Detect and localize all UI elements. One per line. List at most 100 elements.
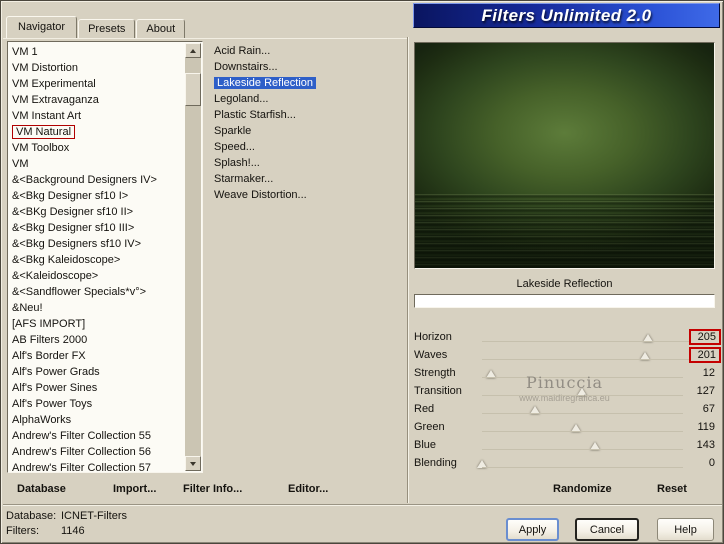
- scroll-down-button[interactable]: [185, 456, 201, 471]
- scroll-thumb[interactable]: [185, 73, 201, 106]
- category-item[interactable]: Andrew's Filter Collection 55: [10, 428, 185, 444]
- filter-item[interactable]: Acid Rain...: [214, 43, 404, 59]
- category-item[interactable]: Alf's Power Toys: [10, 396, 185, 412]
- category-item-label: Andrew's Filter Collection 57: [12, 462, 152, 471]
- database-button[interactable]: Database: [13, 481, 70, 497]
- filter-item-label: Sparkle: [214, 125, 252, 137]
- param-slider[interactable]: [482, 328, 689, 346]
- filter-item[interactable]: Splash!...: [214, 155, 404, 171]
- filter-item[interactable]: Starmaker...: [214, 171, 404, 187]
- category-item[interactable]: VM Toolbox: [10, 140, 185, 156]
- filter-item[interactable]: Downstairs...: [214, 59, 404, 75]
- status-filters-label: Filters:: [6, 525, 39, 537]
- slider-thumb-icon[interactable]: [643, 334, 654, 342]
- param-label: Waves: [414, 349, 448, 361]
- editor-button[interactable]: Editor...: [284, 481, 332, 497]
- category-scrollbar[interactable]: [185, 43, 201, 471]
- filter-item-label: Legoland...: [214, 93, 269, 105]
- filter-item[interactable]: Lakeside Reflection: [214, 75, 404, 91]
- param-label: Red: [414, 403, 435, 415]
- apply-button[interactable]: Apply: [506, 518, 559, 541]
- category-item[interactable]: &<Background Designers IV>: [10, 172, 185, 188]
- help-button[interactable]: Help: [657, 518, 714, 541]
- category-item-label: Alf's Border FX: [12, 350, 86, 362]
- slider-thumb-icon[interactable]: [529, 406, 540, 414]
- param-label: Transition: [414, 385, 462, 397]
- category-item[interactable]: VM Natural: [10, 124, 185, 140]
- category-item[interactable]: VM Extravaganza: [10, 92, 185, 108]
- category-item[interactable]: &<Bkg Designer sf10 III>: [10, 220, 185, 236]
- reset-button[interactable]: Reset: [653, 481, 691, 497]
- category-item-label: AlphaWorks: [12, 414, 72, 426]
- category-item[interactable]: VM: [10, 156, 185, 172]
- randomize-button[interactable]: Randomize: [549, 481, 616, 497]
- category-item[interactable]: &<BKg Designer sf10 II>: [10, 204, 185, 220]
- category-item[interactable]: AlphaWorks: [10, 412, 185, 428]
- slider-thumb-icon[interactable]: [589, 442, 600, 450]
- preview-box: [414, 42, 715, 269]
- slider-thumb-icon[interactable]: [570, 424, 581, 432]
- category-item[interactable]: VM 1: [10, 44, 185, 60]
- filter-item-label: Weave Distortion...: [214, 189, 307, 201]
- category-item[interactable]: Alf's Power Grads: [10, 364, 185, 380]
- category-item[interactable]: Alf's Border FX: [10, 348, 185, 364]
- filter-item[interactable]: Legoland...: [214, 91, 404, 107]
- status-filters: Filters: 1146: [6, 525, 85, 537]
- category-item-label: VM 1: [12, 46, 38, 58]
- tab-about[interactable]: About: [136, 19, 186, 38]
- category-item[interactable]: VM Experimental: [10, 76, 185, 92]
- filter-item[interactable]: Plastic Starfish...: [214, 107, 404, 123]
- slider-thumb-icon[interactable]: [486, 370, 497, 378]
- category-item[interactable]: Alf's Power Sines: [10, 380, 185, 396]
- scroll-up-button[interactable]: [185, 43, 201, 58]
- app-title: Filters Unlimited 2.0: [481, 5, 652, 25]
- category-item[interactable]: Andrew's Filter Collection 57: [10, 460, 185, 471]
- filter-info-button[interactable]: Filter Info...: [179, 481, 246, 497]
- filter-item[interactable]: Speed...: [214, 139, 404, 155]
- category-item[interactable]: [AFS IMPORT]: [10, 316, 185, 332]
- filter-item[interactable]: Weave Distortion...: [214, 187, 404, 203]
- category-item-label: Andrew's Filter Collection 55: [12, 430, 152, 442]
- param-slider[interactable]: [482, 364, 683, 382]
- slider-thumb-icon[interactable]: [640, 352, 651, 360]
- category-item[interactable]: Andrew's Filter Collection 56: [10, 444, 185, 460]
- param-label: Horizon: [414, 331, 452, 343]
- tab-navigator[interactable]: Navigator: [6, 16, 78, 38]
- param-slider[interactable]: [482, 418, 683, 436]
- category-item-label: &<BKg Designer sf10 II>: [12, 206, 134, 218]
- category-item[interactable]: AB Filters 2000: [10, 332, 185, 348]
- category-item[interactable]: &<Bkg Designers sf10 IV>: [10, 236, 185, 252]
- param-value: 67: [702, 403, 715, 415]
- category-item[interactable]: &<Sandflower Specials*v°>: [10, 284, 185, 300]
- param-slider[interactable]: [482, 400, 683, 418]
- selected-filter-item: Lakeside Reflection: [214, 77, 317, 89]
- param-row: Horizon 205: [414, 328, 721, 346]
- category-item-label: VM Toolbox: [12, 142, 70, 154]
- tab-page-edge: [3, 38, 407, 39]
- tab-bar: Navigator Presets About: [6, 14, 186, 38]
- category-item-label: VM Distortion: [12, 62, 79, 74]
- category-item[interactable]: VM Instant Art: [10, 108, 185, 124]
- import-button[interactable]: Import...: [109, 481, 160, 497]
- param-rows: Horizon 205 Waves 201 Strength 12 Transition 12…: [414, 328, 721, 472]
- selected-category-annotation: VM Natural: [12, 125, 76, 139]
- category-item[interactable]: &<Bkg Kaleidoscope>: [10, 252, 185, 268]
- category-item-label: &<Bkg Designers sf10 IV>: [12, 238, 142, 250]
- slider-thumb-icon[interactable]: [477, 460, 487, 468]
- category-item[interactable]: &<Kaleidoscope>: [10, 268, 185, 284]
- tab-presets[interactable]: Presets: [78, 19, 136, 38]
- category-item[interactable]: &Neu!: [10, 300, 185, 316]
- category-item-label: Alf's Power Sines: [12, 382, 98, 394]
- cancel-button[interactable]: Cancel: [575, 518, 639, 541]
- slider-thumb-icon[interactable]: [577, 388, 588, 396]
- param-slider[interactable]: [482, 382, 683, 400]
- param-slider[interactable]: [477, 454, 683, 472]
- category-item[interactable]: &<Bkg Designer sf10 I>: [10, 188, 185, 204]
- filter-item[interactable]: Sparkle: [214, 123, 404, 139]
- param-slider[interactable]: [482, 436, 683, 454]
- category-item-label: VM Instant Art: [12, 110, 82, 122]
- filters-unlimited-window: Filters Unlimited 2.0 Navigator Presets …: [0, 0, 724, 544]
- category-item[interactable]: VM Distortion: [10, 60, 185, 76]
- category-item-label: &<Bkg Designer sf10 I>: [12, 190, 129, 202]
- param-slider[interactable]: [482, 346, 689, 364]
